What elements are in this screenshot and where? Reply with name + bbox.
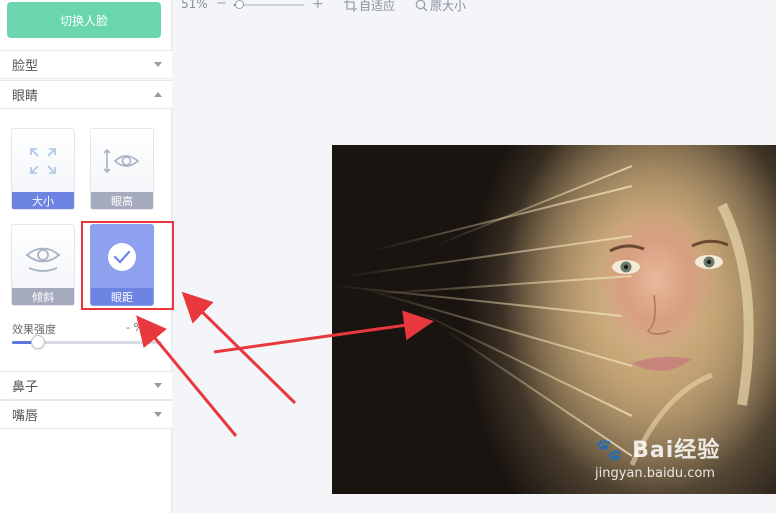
strength-label: 效果强度	[12, 323, 56, 336]
chevron-down-icon	[154, 383, 162, 388]
original-size-label: 原大小	[430, 0, 467, 13]
annotation-highlight-box	[81, 221, 174, 310]
fit-to-window-button[interactable]: 自适应	[344, 0, 395, 14]
section-lips-label: 嘴唇	[12, 409, 39, 424]
zoom-in-button[interactable]: +	[312, 0, 324, 12]
section-face-shape[interactable]: 脸型	[0, 50, 172, 79]
section-eyes-label: 眼睛	[12, 89, 39, 104]
eye-height-icon	[91, 129, 153, 193]
face-photo: 🐾 Bai经验 jingyan.baidu.com	[332, 145, 776, 494]
watermark-url: jingyan.baidu.com	[595, 466, 715, 481]
tile-eye-height[interactable]: 眼高	[90, 128, 154, 210]
eye-tilt-icon	[12, 225, 74, 289]
section-nose[interactable]: 鼻子	[0, 371, 172, 400]
tile-eye-height-label: 眼高	[91, 192, 153, 209]
zoom-slider-track[interactable]	[234, 4, 304, 6]
chevron-down-icon	[154, 412, 162, 417]
watermark-brand: Bai	[632, 438, 675, 463]
zoom-out-button[interactable]: −	[216, 0, 227, 11]
section-nose-label: 鼻子	[12, 380, 39, 395]
magnifier-icon	[415, 0, 428, 12]
chevron-up-icon	[154, 92, 162, 97]
chevron-down-icon	[154, 62, 162, 67]
section-eyes[interactable]: 眼睛	[0, 80, 172, 109]
strength-value: - %	[126, 321, 144, 334]
tile-eye-size[interactable]: 大小	[11, 128, 75, 210]
zoom-toolbar: 51% − + 自适应 原大小	[172, 0, 776, 14]
arrow-to-highlight	[181, 291, 297, 405]
switch-face-button[interactable]: 切换人脸	[7, 2, 161, 38]
baidu-watermark: 🐾 Bai经验 jingyan.baidu.com	[595, 432, 720, 481]
tile-eye-tilt-label: 倾斜	[12, 288, 74, 305]
tile-eye-tilt[interactable]: 倾斜	[11, 224, 75, 306]
original-size-button[interactable]: 原大小	[415, 0, 466, 14]
section-lips[interactable]: 嘴唇	[0, 400, 172, 429]
watermark-brand-cn: 经验	[674, 438, 721, 463]
crop-icon	[344, 0, 357, 12]
section-face-shape-label: 脸型	[12, 59, 39, 74]
zoom-slider-thumb[interactable]	[234, 0, 244, 9]
zoom-percent: 51%	[181, 0, 208, 11]
paw-icon: 🐾	[595, 438, 624, 463]
strength-slider-thumb[interactable]	[30, 335, 45, 349]
tile-eye-size-label: 大小	[12, 192, 74, 209]
expand-icon	[12, 129, 74, 193]
fit-to-window-label: 自适应	[359, 0, 396, 13]
